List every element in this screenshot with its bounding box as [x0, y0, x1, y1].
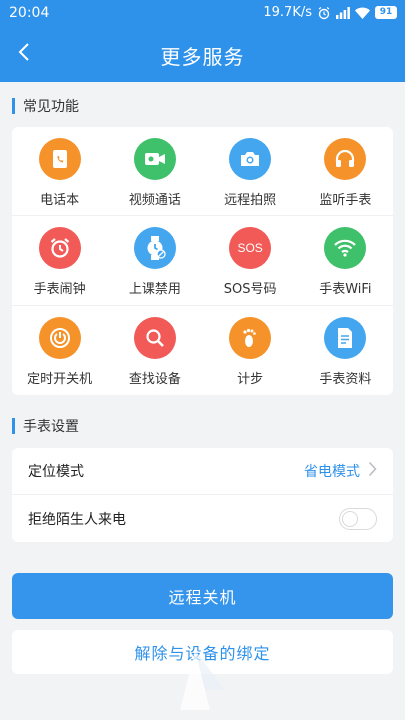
feature-watch-wifi[interactable]: 手表WiFi	[297, 216, 393, 306]
document-icon	[324, 316, 367, 359]
feature-label: 定时开关机	[27, 371, 93, 387]
feature-label: 电话本	[40, 193, 80, 208]
video-call-icon	[133, 138, 176, 180]
feature-label: 手表闹钟	[33, 282, 86, 298]
location-mode-label: 定位模式	[28, 464, 84, 480]
location-mode-value: 省电模式	[304, 464, 360, 480]
feature-watch-alarm[interactable]: 手表闹钟	[12, 216, 108, 306]
section-accent-bar	[12, 418, 15, 434]
chevron-right-icon	[368, 461, 377, 481]
search-icon	[133, 316, 176, 359]
feature-label: SOS号码	[223, 282, 277, 298]
feature-label: 手表资料	[319, 371, 372, 387]
status-time: 20:04	[9, 5, 50, 21]
battery-indicator: 91	[375, 6, 397, 19]
feature-step-count[interactable]: 计步	[203, 306, 298, 395]
status-bar: 20:04 19.7K/s 91	[0, 0, 405, 26]
feature-label: 上课禁用	[128, 282, 181, 298]
alarm-clock-icon	[38, 227, 81, 270]
settings-section-label: 手表设置	[23, 419, 79, 435]
feature-phonebook[interactable]: 电话本	[12, 127, 108, 217]
location-mode-row[interactable]: 定位模式 省电模式	[12, 448, 393, 495]
settings-card: 定位模式 省电模式 拒绝陌生人来电	[12, 448, 393, 542]
remote-shutdown-button[interactable]: 远程关机	[12, 573, 393, 619]
page-title: 更多服务	[160, 45, 245, 69]
alarm-icon	[317, 6, 331, 20]
reject-strangers-label: 拒绝陌生人来电	[28, 511, 126, 528]
sos-icon: SOS	[229, 227, 272, 270]
feature-timed-power[interactable]: 定时开关机	[12, 306, 107, 395]
unbind-device-button[interactable]: 解除与设备的绑定	[12, 630, 393, 674]
feature-label: 查找设备	[128, 371, 181, 387]
section-accent-bar	[12, 98, 15, 114]
wifi-status-icon	[355, 7, 370, 19]
features-card: 电话本 视频通话 远程拍照 监听手表 手表闹钟 上课禁用 SOS SOS号码 手…	[12, 127, 393, 395]
feature-grid: 电话本 视频通话 远程拍照 监听手表 手表闹钟 上课禁用 SOS SOS号码 手…	[12, 127, 393, 395]
app-header: 20:04 19.7K/s 91 更多服务	[0, 0, 405, 82]
feature-video-call[interactable]: 视频通话	[107, 127, 203, 217]
reject-strangers-toggle[interactable]	[339, 507, 377, 530]
feature-label: 监听手表	[319, 193, 372, 208]
headphones-icon	[324, 138, 367, 180]
feature-label: 手表WiFi	[319, 282, 372, 298]
reject-strangers-row: 拒绝陌生人来电	[12, 495, 393, 542]
feature-sos-number[interactable]: SOS SOS号码	[202, 216, 298, 306]
nav-bar: 更多服务	[0, 28, 405, 80]
toggle-knob	[342, 510, 358, 527]
feature-class-disable[interactable]: 上课禁用	[107, 216, 203, 306]
feature-monitor-watch[interactable]: 监听手表	[297, 127, 393, 217]
power-icon	[38, 316, 81, 359]
camera-icon	[229, 138, 272, 180]
settings-section-title: 手表设置	[12, 416, 79, 436]
footprint-icon	[229, 316, 272, 359]
features-section-title: 常见功能	[12, 96, 79, 116]
feature-label: 远程拍照	[224, 193, 277, 208]
wifi-icon	[324, 227, 367, 270]
features-section-label: 常见功能	[23, 99, 79, 115]
feature-label: 计步	[237, 371, 264, 387]
feature-find-device[interactable]: 查找设备	[107, 306, 202, 395]
signal-icon	[336, 6, 350, 19]
status-indicators: 19.7K/s 91	[263, 5, 397, 20]
phonebook-icon	[38, 138, 81, 180]
feature-remote-photo[interactable]: 远程拍照	[202, 127, 298, 217]
sos-icon-text: SOS	[237, 241, 263, 256]
feature-label: 视频通话	[128, 193, 181, 208]
feature-watch-info[interactable]: 手表资料	[298, 306, 393, 395]
watch-disabled-icon	[133, 227, 176, 270]
network-speed: 19.7K/s	[263, 5, 312, 20]
